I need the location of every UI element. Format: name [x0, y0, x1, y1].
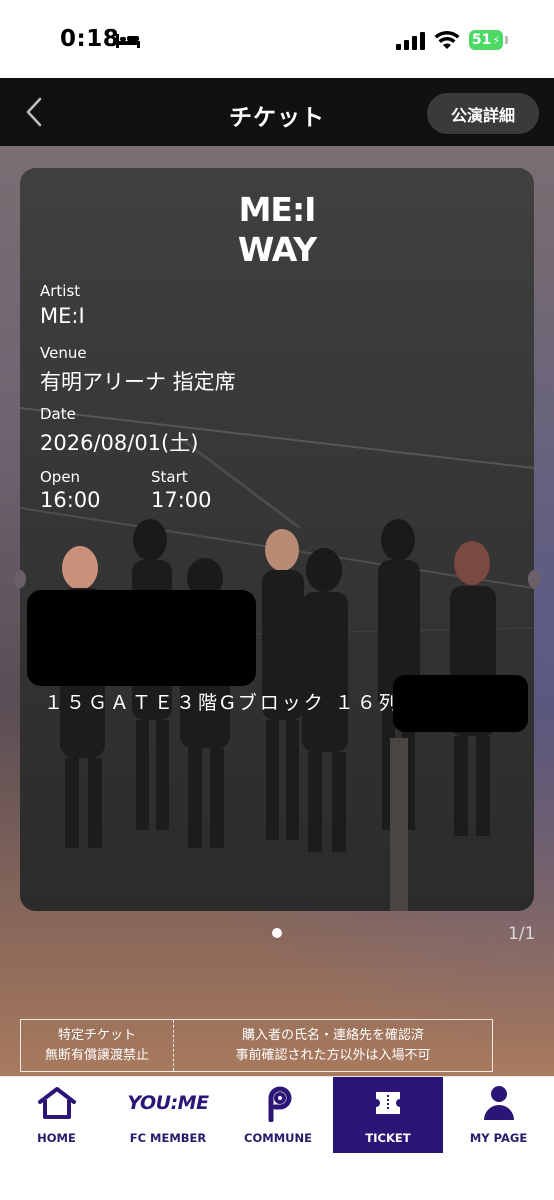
venue-label: Venue [40, 344, 87, 362]
relieved-face-emoji-small: 😌😌😌 [429, 691, 492, 716]
event-logo: ME:I WAY [20, 190, 534, 270]
battery-indicator: 51 ⚡ [469, 30, 503, 50]
ticket-card[interactable]: ME:I WAY Artist ME:I Venue 有明アリーナ 指定席 Da… [20, 168, 534, 911]
notice-right: 購入者の氏名・連絡先を確認済 事前確認された方以外は入場不可 [174, 1020, 492, 1071]
person-icon [483, 1086, 514, 1120]
tab-fc-member[interactable]: YOU:ME FC MEMBER [113, 1077, 223, 1153]
logo-line-1: ME:I [238, 190, 317, 229]
page-indicator-dot [272, 928, 282, 938]
tab-my-page[interactable]: MY PAGE [443, 1077, 554, 1153]
tab-ticket[interactable]: TICKET [333, 1077, 443, 1153]
venue-value: 有明アリーナ 指定席 [40, 370, 236, 394]
redaction-emoji-small: 😌😌😌 [393, 675, 528, 732]
status-bar: 0:18 51 ⚡ [0, 0, 554, 78]
tab-label-my-page: MY PAGE [469, 1131, 528, 1145]
bottom-tab-bar: HOME YOU:ME FC MEMBER COMMUNE TICKET MY … [0, 1076, 554, 1200]
tab-label-home: HOME [37, 1131, 76, 1145]
page-count: 1/1 [508, 924, 536, 944]
ticket-icon [376, 1092, 400, 1114]
notice-left-line-1: 特定チケット [57, 1027, 136, 1043]
home-icon [37, 1087, 76, 1119]
logo-line-2: WAY [237, 230, 317, 269]
ticket-notice: 特定チケット 無断有償譲渡禁止 購入者の氏名・連絡先を確認済 事前確認された方以… [20, 1019, 493, 1072]
ticket-notch-right [528, 570, 540, 588]
start-value: 17:00 [151, 488, 212, 512]
tab-commune[interactable]: COMMUNE [223, 1077, 333, 1153]
group-photo [20, 168, 534, 911]
sleep-focus-icon [116, 34, 140, 48]
start-label: Start [151, 468, 188, 486]
tab-label-fc-member: FC MEMBER [129, 1131, 207, 1145]
commune-icon [268, 1086, 292, 1122]
nav-bar: チケット 公演詳細 [0, 78, 554, 146]
date-value: 2026/08/01(土) [40, 431, 199, 455]
youme-logo-icon: YOU:ME [127, 1092, 209, 1114]
notice-right-line-1: 購入者の氏名・連絡先を確認済 [241, 1027, 424, 1043]
artist-label: Artist [40, 282, 81, 300]
tab-label-ticket: TICKET [365, 1131, 411, 1145]
tab-home[interactable]: HOME [0, 1077, 113, 1153]
notice-left-line-2: 無断有償譲渡禁止 [44, 1047, 149, 1063]
charging-bolt-icon: ⚡ [492, 33, 501, 47]
tab-label-commune: COMMUNE [244, 1131, 312, 1145]
open-label: Open [40, 468, 81, 486]
battery-level: 51 [471, 32, 492, 48]
notice-left: 特定チケット 無断有償譲渡禁止 [21, 1020, 174, 1071]
seat-info: １５ＧＡＴＥ３階Gブロック １６列 [44, 692, 401, 714]
wifi-icon [434, 30, 460, 49]
open-value: 16:00 [40, 488, 101, 512]
performance-details-button[interactable]: 公演詳細 [427, 93, 539, 134]
status-time: 0:18 [60, 26, 120, 52]
redaction-emoji-large: 😌😌😌 [27, 590, 256, 686]
cellular-signal-icon [396, 32, 425, 50]
ticket-notch-left [14, 570, 26, 588]
artist-value: ME:I [40, 304, 85, 328]
relieved-face-emoji: 😌😌😌 [69, 612, 214, 664]
notice-right-line-2: 事前確認された方以外は入場不可 [235, 1047, 431, 1063]
date-label: Date [40, 405, 76, 423]
battery-cap [505, 36, 508, 44]
